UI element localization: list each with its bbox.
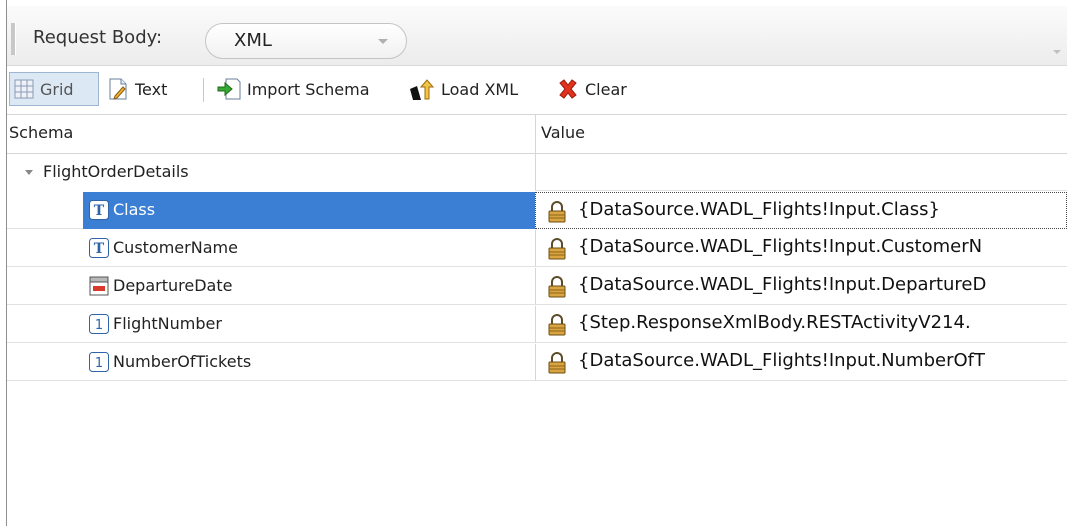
- grid-view-button[interactable]: Grid: [9, 72, 99, 106]
- request-body-bar: Request Body: XML: [7, 6, 1067, 66]
- import-schema-button[interactable]: Import Schema: [213, 72, 374, 106]
- clear-label: Clear: [585, 79, 627, 99]
- value-cell[interactable]: {Step.ResponseXmlBody.RESTActivityV214.: [535, 306, 1067, 343]
- svg-text:1: 1: [95, 318, 103, 333]
- load-xml-button[interactable]: Load XML: [405, 72, 522, 106]
- value-cell[interactable]: {DataSource.WADL_Flights!Input.Class}: [535, 192, 1067, 229]
- field-value: {DataSource.WADL_Flights!Input.Departure…: [578, 274, 987, 295]
- table-row[interactable]: T CustomerName {DataSource.WADL_Flights!…: [7, 230, 1067, 268]
- field-value: {DataSource.WADL_Flights!Input.NumberOfT: [578, 350, 985, 371]
- schema-cell: DepartureDate: [7, 268, 535, 305]
- request-body-type-value: XML: [234, 30, 272, 51]
- table-row[interactable]: 1 NumberOfTickets {DataSource.WADL_Fligh…: [7, 344, 1067, 382]
- lock-icon: [548, 238, 566, 260]
- bar-grip: [11, 23, 16, 55]
- lock-icon: [548, 276, 566, 298]
- table-row[interactable]: 1 FlightNumber {Step.ResponseXmlBody.RES…: [7, 306, 1067, 344]
- grid-icon: [14, 79, 34, 99]
- import-schema-label: Import Schema: [247, 79, 370, 99]
- number-type-icon: 1: [89, 314, 109, 334]
- number-type-icon: 1: [89, 352, 109, 372]
- tree-root-row[interactable]: FlightOrderDetails: [7, 154, 1067, 192]
- clear-x-icon: [559, 79, 577, 99]
- toolbar-separator: [203, 78, 204, 102]
- text-type-icon: T: [89, 238, 109, 258]
- value-cell[interactable]: {DataSource.WADL_Flights!Input.CustomerN: [535, 230, 1067, 267]
- text-view-button[interactable]: Text: [103, 72, 171, 106]
- grid-header: Schema Value: [7, 114, 1067, 155]
- schema-cell: 1 NumberOfTickets: [7, 344, 535, 381]
- field-value: {Step.ResponseXmlBody.RESTActivityV214.: [578, 312, 971, 333]
- text-type-icon: T: [89, 200, 109, 220]
- bar-overflow-arrow-icon[interactable]: [1053, 50, 1061, 54]
- schema-cell: 1 FlightNumber: [7, 306, 535, 343]
- field-value: {DataSource.WADL_Flights!Input.CustomerN: [578, 236, 983, 257]
- field-name: Class: [113, 200, 156, 219]
- chevron-down-icon: [378, 39, 388, 44]
- value-cell[interactable]: {DataSource.WADL_Flights!Input.NumberOfT: [535, 344, 1067, 381]
- text-view-label: Text: [135, 79, 168, 99]
- import-schema-icon: [217, 78, 241, 100]
- schema-cell: T Class: [7, 192, 535, 229]
- text-document-icon: [109, 78, 127, 100]
- table-row[interactable]: DepartureDate {DataSource.WADL_Flights!I…: [7, 268, 1067, 306]
- schema-column-header[interactable]: Schema: [9, 123, 73, 142]
- svg-text:1: 1: [95, 356, 103, 371]
- lock-icon: [548, 352, 566, 374]
- load-xml-icon: [410, 79, 435, 100]
- value-cell[interactable]: {DataSource.WADL_Flights!Input.Departure…: [535, 268, 1067, 305]
- svg-text:T: T: [94, 241, 105, 257]
- schema-cell: T CustomerName: [7, 230, 535, 267]
- lock-icon: [548, 314, 566, 336]
- value-cell[interactable]: [535, 154, 1067, 191]
- field-name: DepartureDate: [113, 276, 233, 295]
- value-column-header[interactable]: Value: [541, 123, 585, 142]
- date-type-icon: [89, 276, 109, 296]
- field-name: FlightNumber: [113, 314, 222, 333]
- toolbar: Grid Text Import Schema Load XML Clear: [7, 70, 1067, 110]
- grid-view-label: Grid: [40, 79, 74, 99]
- column-divider[interactable]: [535, 115, 536, 155]
- svg-text:T: T: [94, 203, 105, 219]
- root-node-label: FlightOrderDetails: [43, 162, 189, 181]
- field-value: {DataSource.WADL_Flights!Input.Class}: [578, 199, 940, 220]
- schema-cell: FlightOrderDetails: [7, 154, 535, 191]
- load-xml-label: Load XML: [441, 79, 519, 99]
- field-name: CustomerName: [113, 238, 238, 257]
- request-body-label: Request Body:: [33, 27, 163, 48]
- lock-icon: [548, 201, 566, 223]
- clear-button[interactable]: Clear: [553, 72, 631, 106]
- table-row[interactable]: T Class {DataSource.WADL_Flights!Input.C…: [7, 192, 1067, 230]
- schema-grid: Schema Value FlightOrderDetails T Class: [7, 114, 1067, 526]
- request-body-type-dropdown[interactable]: XML: [205, 23, 407, 59]
- field-name: NumberOfTickets: [113, 352, 252, 371]
- request-body-panel: Request Body: XML Grid Text Import Schem…: [6, 0, 1072, 526]
- collapse-arrow-icon[interactable]: [25, 170, 33, 175]
